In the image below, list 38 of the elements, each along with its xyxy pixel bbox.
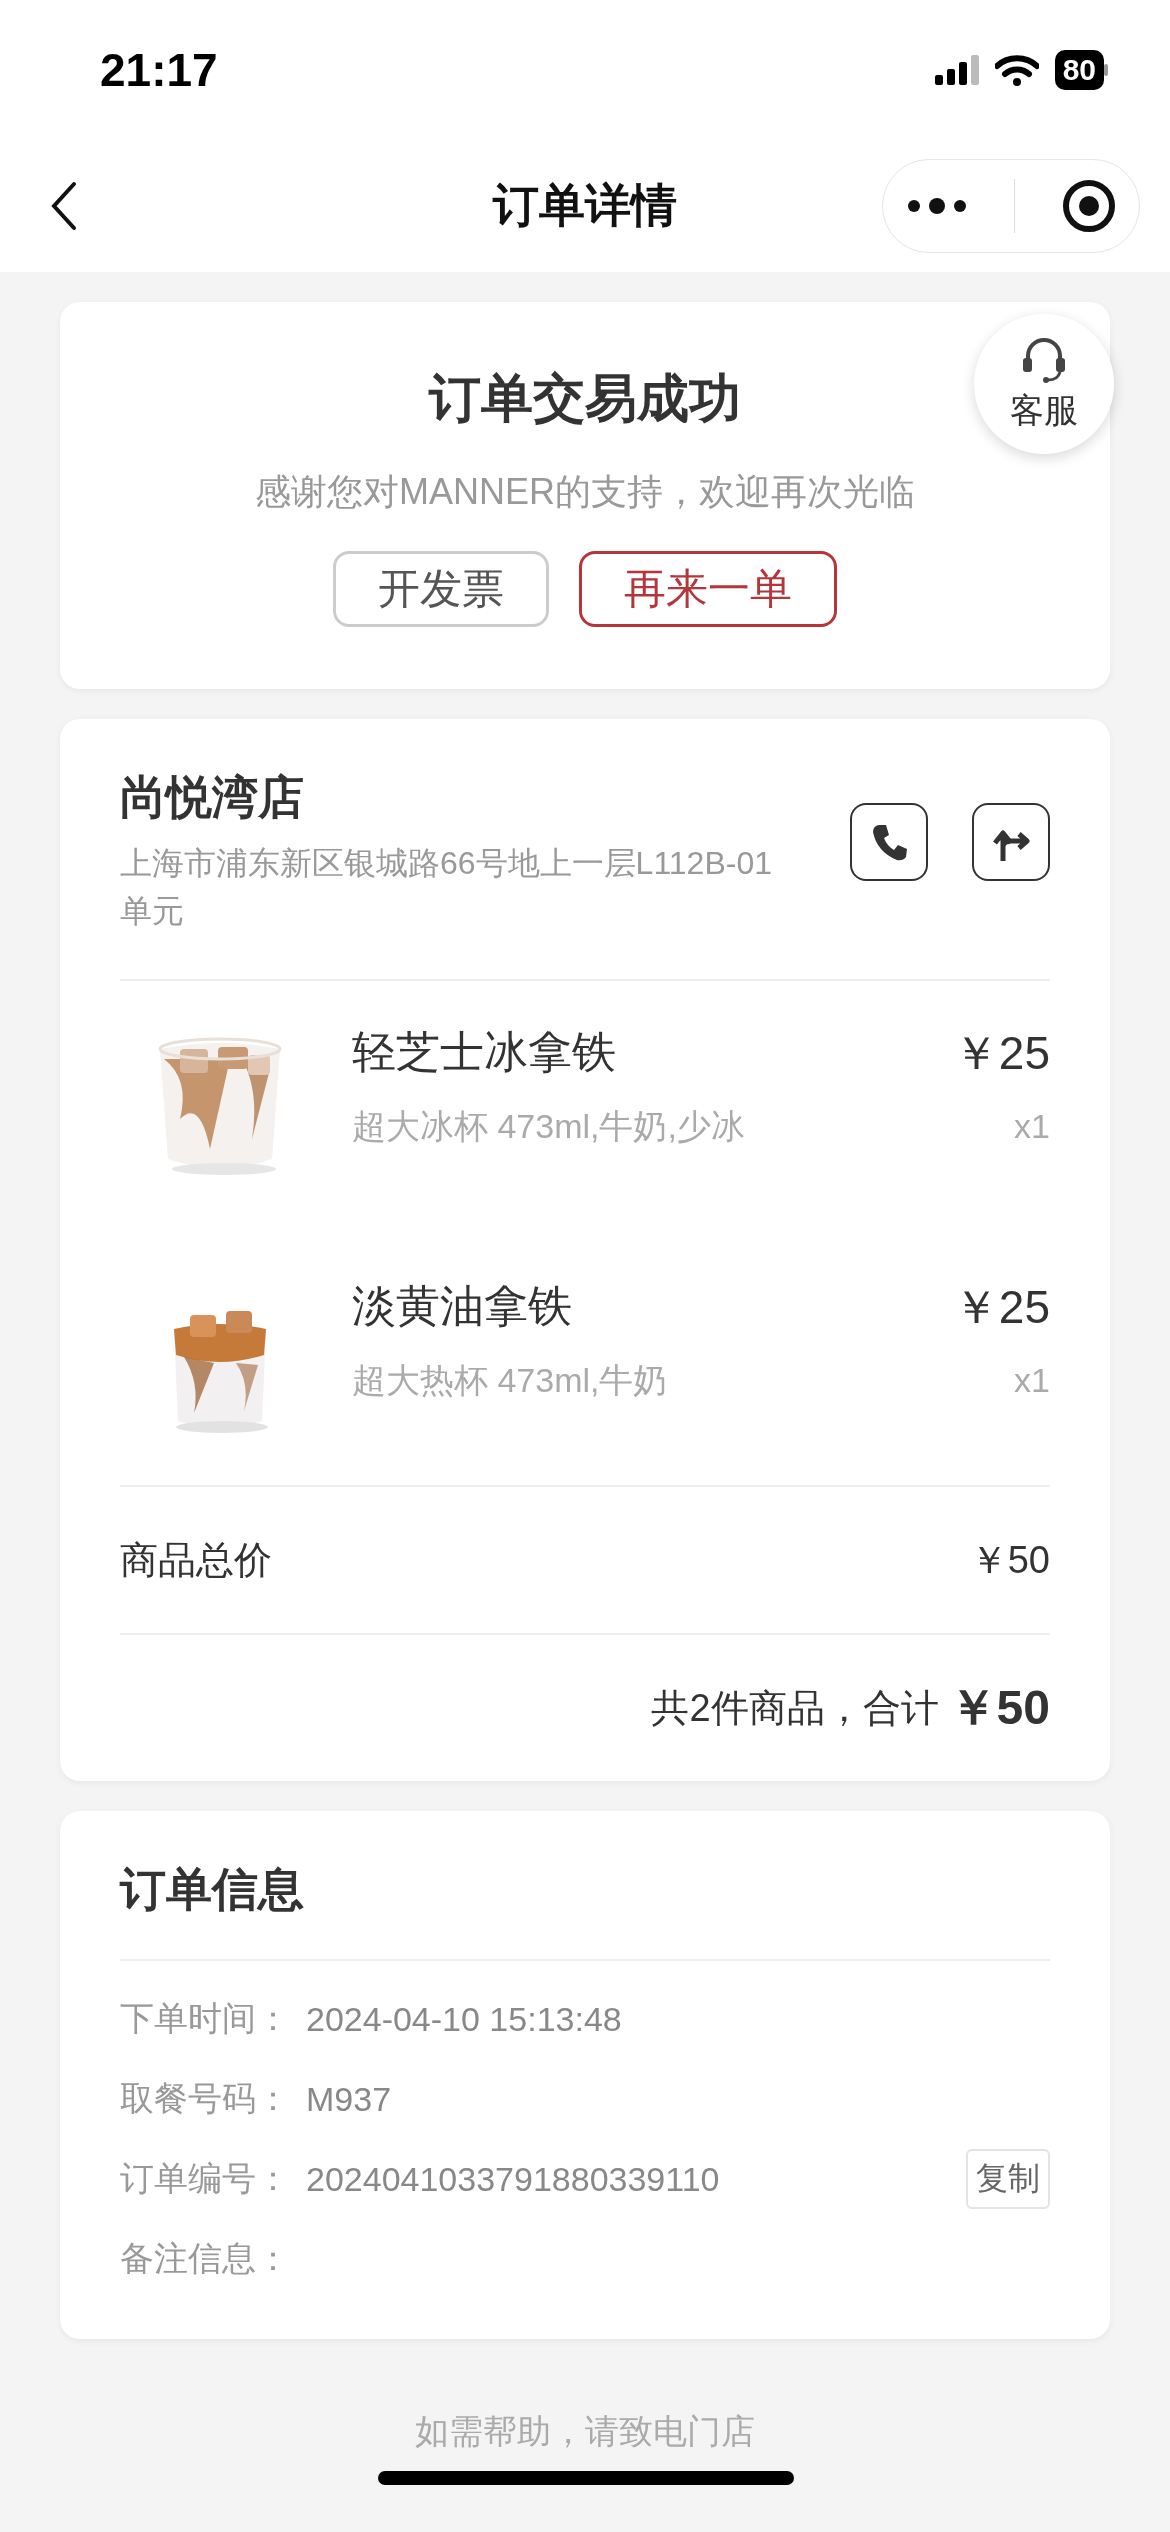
item-options: 超大热杯 473ml,牛奶 [352,1358,901,1404]
result-title: 订单交易成功 [429,368,741,429]
invoice-button[interactable]: 开发票 [333,551,549,627]
reorder-button[interactable]: 再来一单 [579,551,837,627]
store-name: 尚悦湾店 [120,770,305,825]
signal-icon [934,55,979,85]
thanks-message: 感谢您对MANNER的支持，欢迎再次光临 [255,470,915,514]
info-value: 2024-04-10 15:13:48 [306,1999,623,2039]
info-label: 取餐号码： [120,2078,291,2119]
info-label: 备注信息： [120,2238,291,2279]
item-options: 超大冰杯 473ml,牛奶,少冰 [352,1104,901,1150]
wifi-icon [994,54,1039,86]
help-text: 如需帮助，请致电门店 [415,2412,755,2450]
item-quantity: x1 [1014,1107,1050,1146]
item-price: ￥25 [952,1280,1050,1335]
customer-service-button[interactable]: 客服 [974,314,1114,454]
more-icon[interactable] [906,196,967,216]
store-address: 上海市浦东新区银城路66号地上一层L112B-01单元 [120,844,773,931]
time: 21:17 [100,43,218,97]
info-label: 订单编号： [120,2158,291,2199]
battery-tip-icon [1104,64,1108,76]
item-price: ￥25 [952,1026,1050,1081]
section-title: 订单信息 [120,1859,1050,1961]
item-quantity: x1 [1014,1361,1050,1400]
battery-level: 80 [1054,50,1104,90]
call-button[interactable] [850,803,928,881]
info-label: 下单时间： [120,1998,291,2039]
item-name: 轻芝士冰拿铁 [352,1026,617,1078]
copy-button[interactable]: 复制 [966,2149,1050,2209]
total-amount: ￥50 [948,1680,1050,1736]
page-title: 订单详情 [491,178,678,233]
directions-button[interactable] [972,803,1050,881]
info-value: M937 [306,2079,393,2119]
item-name: 淡黄油拿铁 [352,1280,573,1332]
subtotal-label: 商品总价 [120,1537,272,1583]
info-value: 2024041033791880339110 [306,2159,721,2199]
total-label: 共2件商品，合计 [651,1685,939,1731]
subtotal-value: ￥50 [969,1537,1050,1583]
